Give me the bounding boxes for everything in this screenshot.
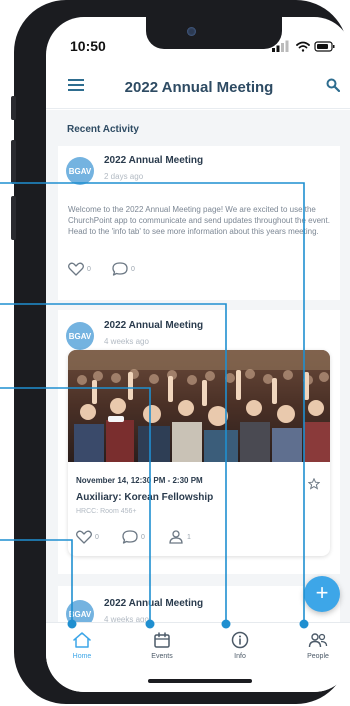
comment-count: 0 <box>131 265 135 273</box>
volume-down-button <box>11 196 16 240</box>
post-time: 4 weeks ago <box>104 337 149 346</box>
signal-icon <box>272 40 289 52</box>
post-title[interactable]: 2022 Annual Meeting <box>104 598 203 609</box>
post-title[interactable]: 2022 Annual Meeting <box>104 320 203 331</box>
tab-label: Home <box>72 653 92 660</box>
event-photo <box>68 350 330 462</box>
event-card[interactable]: November 14, 12:30 PM - 2:30 PM Auxiliar… <box>68 350 330 556</box>
phone-frame: 10:50 2022 Annual Meeting Recent Activit… <box>11 0 350 704</box>
page-title: 2022 Annual Meeting <box>124 79 274 96</box>
home-indicator <box>148 679 252 683</box>
tab-label: Events <box>151 653 173 660</box>
event-like-button[interactable]: 0 <box>76 530 99 544</box>
event-comment-button[interactable]: 0 <box>122 530 145 544</box>
battery-icon <box>314 41 335 52</box>
event-location: HRCC: Room 456+ <box>76 508 137 515</box>
top-app-bar: 2022 Annual Meeting <box>46 65 350 109</box>
attendees-button[interactable]: 1 <box>168 530 191 544</box>
event-date: November 14, 12:30 PM - 2:30 PM <box>76 476 203 485</box>
heart-icon <box>76 530 92 544</box>
section-title: Recent Activity <box>67 124 139 135</box>
post-card[interactable]: BGAV 2022 Annual Meeting 4 weeks ago <box>58 310 340 574</box>
search-icon[interactable] <box>326 78 340 92</box>
tab-label: Info <box>234 653 246 660</box>
event-name[interactable]: Auxiliary: Korean Fellowship <box>76 492 213 503</box>
status-icons <box>272 40 335 52</box>
wifi-icon <box>296 41 310 52</box>
post-body: Welcome to the 2022 Annual Meeting page!… <box>68 205 330 236</box>
people-icon <box>308 633 328 648</box>
mute-switch <box>11 96 16 120</box>
notch <box>146 17 282 49</box>
comment-icon <box>122 530 138 544</box>
like-count: 0 <box>95 533 99 541</box>
tab-home[interactable]: Home <box>52 631 112 660</box>
tab-info[interactable]: Info <box>210 631 270 660</box>
status-time: 10:50 <box>70 38 106 54</box>
heart-icon <box>68 262 84 276</box>
post-time: 2 days ago <box>104 172 144 181</box>
person-icon <box>169 530 183 544</box>
comment-button[interactable]: 0 <box>112 262 135 276</box>
screen: 10:50 2022 Annual Meeting Recent Activit… <box>46 17 350 692</box>
menu-icon[interactable] <box>68 78 84 92</box>
calendar-icon <box>154 632 170 648</box>
tab-events[interactable]: Events <box>132 631 192 660</box>
camera <box>187 27 196 36</box>
avatar[interactable]: BGAV <box>66 322 94 350</box>
like-count: 0 <box>87 265 91 273</box>
tab-label: People <box>307 653 329 660</box>
comment-icon <box>112 262 128 276</box>
avatar[interactable]: BGAV <box>66 157 94 185</box>
star-icon[interactable] <box>308 478 320 490</box>
activity-feed[interactable]: Recent Activity BGAV 2022 Annual Meeting… <box>46 110 350 628</box>
home-icon <box>73 632 91 648</box>
add-button[interactable]: + <box>304 576 340 612</box>
volume-up-button <box>11 140 16 184</box>
attendee-count: 1 <box>187 533 191 541</box>
post-card[interactable]: BGAV 2022 Annual Meeting 2 days ago Welc… <box>58 146 340 300</box>
like-button[interactable]: 0 <box>68 262 91 276</box>
tab-people[interactable]: People <box>288 631 348 660</box>
post-title[interactable]: 2022 Annual Meeting <box>104 155 203 166</box>
comment-count: 0 <box>141 533 145 541</box>
post-card[interactable]: BGAV 2022 Annual Meeting 4 weeks ago <box>58 586 340 628</box>
info-icon <box>231 631 249 649</box>
